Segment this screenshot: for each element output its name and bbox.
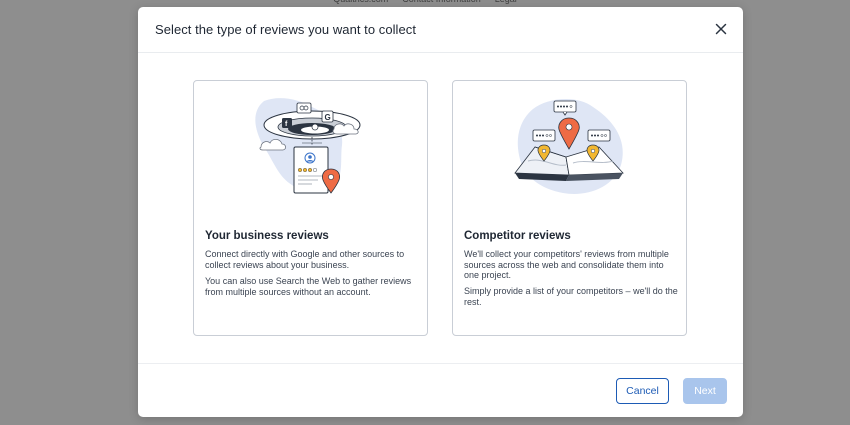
competitor-reviews-card[interactable]: Competitor reviews We'll collect your co… bbox=[452, 80, 687, 336]
close-icon[interactable] bbox=[713, 21, 729, 37]
modal-header: Select the type of reviews you want to c… bbox=[138, 7, 743, 53]
card-description-secondary: You can also use Search the Web to gathe… bbox=[205, 276, 412, 297]
modal-footer: Cancel Next bbox=[138, 363, 743, 417]
svg-text:G: G bbox=[325, 113, 331, 122]
card-title: Your business reviews bbox=[205, 230, 329, 242]
business-reviews-card[interactable]: G f Your business reviews Connect direct… bbox=[193, 80, 428, 336]
review-type-modal: Select the type of reviews you want to c… bbox=[138, 7, 743, 417]
cancel-button[interactable]: Cancel bbox=[616, 378, 669, 404]
business-reviews-illustration: G f bbox=[194, 85, 427, 213]
card-description-secondary: Simply provide a list of your competitor… bbox=[464, 286, 678, 307]
next-button[interactable]: Next bbox=[683, 378, 727, 404]
card-title: Competitor reviews bbox=[464, 230, 571, 242]
card-description: We'll collect your competitors' reviews … bbox=[464, 249, 669, 281]
card-description: Connect directly with Google and other s… bbox=[205, 249, 405, 270]
modal-title: Select the type of reviews you want to c… bbox=[155, 22, 416, 37]
competitor-map-illustration bbox=[453, 85, 686, 213]
